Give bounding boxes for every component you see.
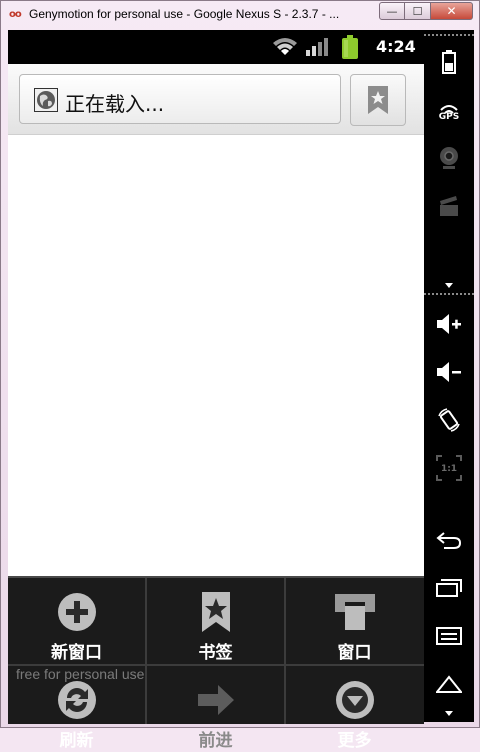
more-chevron-icon [336, 681, 374, 719]
menu-divider [145, 578, 147, 724]
webcam-widget-button[interactable] [424, 138, 474, 178]
bookmark-star-icon [368, 86, 388, 114]
menu-item-new-window[interactable]: 新窗口 [8, 578, 145, 664]
rotate-button[interactable] [424, 400, 474, 440]
volume-up-icon [437, 314, 461, 334]
refresh-icon [58, 681, 96, 719]
menu-button[interactable] [424, 616, 474, 656]
menu-icon [436, 627, 462, 645]
watermark: free for personal use [16, 666, 145, 682]
menu-item-windows[interactable]: 窗口 [286, 578, 423, 664]
url-text: 正在载入... [65, 92, 165, 116]
battery-icon [342, 35, 358, 59]
window-title: Genymotion for personal use - Google Nex… [29, 7, 340, 21]
menu-item-more[interactable]: 更多 [286, 666, 423, 752]
clapper-icon [440, 196, 458, 216]
home-button[interactable] [424, 664, 474, 704]
toolbar-divider [424, 34, 474, 36]
forward-arrow-icon [198, 685, 234, 715]
capture-widget-button[interactable] [424, 186, 474, 226]
menu-item-forward[interactable]: 前进 [147, 666, 284, 752]
pixel-perfect-label: 1:1 [440, 464, 458, 474]
browser-app: 正在载入... 新窗口 书签 窗口 刷新 前进 更多 [8, 64, 424, 751]
volume-down-icon [437, 362, 461, 382]
genymotion-logo-icon: oo [9, 9, 22, 20]
menu-label: 更多 [337, 731, 372, 751]
menu-label: 书签 [198, 643, 233, 663]
gps-label: GPS [438, 112, 460, 122]
plus-circle-icon [58, 593, 96, 631]
back-button[interactable] [424, 520, 474, 560]
recent-apps-button[interactable] [424, 568, 474, 608]
home-icon [436, 675, 462, 693]
bookmark-button[interactable] [350, 74, 406, 126]
menu-label: 前进 [198, 731, 233, 751]
device-screen: 4:24 正在载入... 新窗口 书签 窗口 刷新 前进 更多 free for… [8, 30, 474, 751]
webcam-icon [440, 147, 458, 169]
dropdown-arrow-icon[interactable] [444, 280, 454, 290]
volume-up-button[interactable] [424, 304, 474, 344]
menu-item-bookmarks[interactable]: 书签 [147, 578, 284, 664]
toolbar-divider [424, 293, 474, 295]
menu-label: 刷新 [59, 731, 94, 751]
wifi-icon [273, 38, 297, 55]
url-field[interactable]: 正在载入... [19, 74, 341, 124]
page-content[interactable] [8, 135, 424, 576]
back-icon [436, 532, 462, 549]
options-menu: 新窗口 书签 窗口 刷新 前进 更多 [8, 576, 424, 751]
genymotion-window: oo Genymotion for personal use - Google … [0, 0, 480, 751]
volume-down-button[interactable] [424, 352, 474, 392]
windows-icon [335, 594, 375, 630]
maximize-button[interactable]: ☐ [405, 2, 431, 20]
window-controls: — ☐ ✕ [379, 2, 473, 20]
status-bar[interactable]: 4:24 [8, 30, 424, 64]
rotate-icon [438, 408, 460, 432]
globe-icon [34, 88, 58, 112]
battery-icon [442, 50, 456, 74]
bookmark-icon [202, 592, 230, 632]
recent-apps-icon [436, 579, 462, 597]
gps-widget-button[interactable] [424, 90, 474, 130]
minimize-button[interactable]: — [379, 2, 405, 20]
signal-icon [306, 38, 328, 56]
menu-label: 新窗口 [51, 643, 102, 663]
url-bar: 正在载入... [8, 64, 424, 135]
status-clock: 4:24 [376, 37, 416, 56]
dropdown-arrow-icon[interactable] [444, 708, 454, 718]
close-button[interactable]: ✕ [431, 2, 473, 20]
genymotion-toolbar: GPS 1:1 [424, 30, 474, 722]
battery-widget-button[interactable] [424, 42, 474, 82]
title-bar[interactable]: oo Genymotion for personal use - Google … [1, 1, 479, 29]
menu-divider [284, 578, 286, 724]
menu-label: 窗口 [337, 643, 372, 663]
